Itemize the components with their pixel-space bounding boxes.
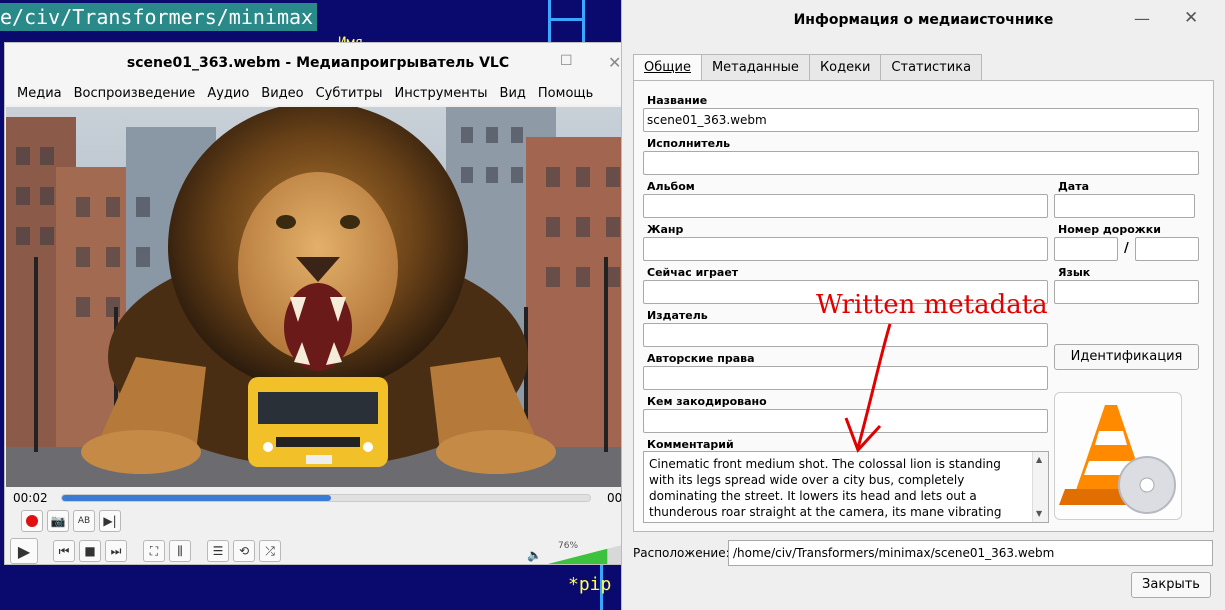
comment-text: Cinematic front medium shot. The colossa… (649, 457, 1002, 522)
fullscreen-icon: ⛶ (149, 543, 159, 558)
terminal-border (548, 18, 585, 21)
language-label: Язык (1058, 266, 1091, 279)
seek-progress (62, 495, 332, 501)
date-field[interactable] (1054, 194, 1195, 218)
time-total: 00 (607, 491, 623, 505)
frame-step-icon: ▶| (103, 514, 117, 528)
play-button[interactable]: ▶ (10, 538, 38, 564)
vlc-titlebar: scene01_363.webm - Медиапроигрыватель VL… (5, 43, 631, 83)
seek-bar-area: 00:02 00 (5, 489, 631, 507)
title-label: Название (647, 94, 708, 107)
tab-general[interactable]: Общие (633, 54, 702, 82)
tab-statistics[interactable]: Статистика (880, 54, 983, 80)
fullscreen-button[interactable]: ⛶ (143, 540, 165, 562)
menu-media[interactable]: Медиа (11, 83, 68, 105)
date-label: Дата (1058, 180, 1090, 193)
loop-icon: ⟲ (238, 544, 250, 558)
annotation-arrow (844, 323, 892, 453)
menu-subtitles[interactable]: Субтитры (310, 83, 389, 105)
location-field[interactable]: /home/civ/Transformers/minimax/scene01_3… (728, 540, 1213, 566)
vlc-cone-icon (1059, 405, 1176, 514)
loop-ab-button[interactable]: AB (73, 510, 95, 532)
vlc-window: scene01_363.webm - Медиапроигрыватель VL… (4, 42, 632, 565)
stop-icon: ■ (84, 544, 96, 558)
track-number-field[interactable] (1054, 237, 1118, 261)
snapshot-button[interactable]: 📷 (47, 510, 69, 532)
equalizer-icon: ⫼ (177, 543, 183, 558)
publisher-label: Издатель (647, 309, 708, 322)
dialog-tabs: Общие Метаданные Кодеки Статистика (633, 54, 983, 82)
loop-button[interactable]: ⟲ (233, 540, 255, 562)
menu-view[interactable]: Вид (494, 83, 532, 105)
album-field[interactable] (643, 194, 1048, 218)
copyright-label: Авторские права (647, 352, 755, 365)
stop-button[interactable]: ■ (79, 540, 101, 562)
close-button[interactable]: Закрыть (1131, 572, 1211, 598)
comment-label: Комментарий (647, 438, 734, 451)
tab-codecs[interactable]: Кодеки (808, 54, 882, 80)
menu-video[interactable]: Видео (255, 83, 309, 105)
shuffle-button[interactable]: ⤮ (259, 540, 281, 562)
next-button[interactable]: ⏭ (105, 540, 127, 562)
album-label: Альбом (647, 180, 695, 193)
scroll-up-icon[interactable]: ▲ (1036, 452, 1042, 468)
vlc-window-title: scene01_363.webm - Медиапроигрыватель VL… (126, 55, 510, 71)
seek-slider[interactable] (61, 494, 591, 502)
close-icon[interactable]: ✕ (1184, 8, 1198, 28)
close-icon[interactable]: ✕ (608, 53, 621, 72)
playlist-button[interactable]: ☰ (207, 540, 229, 562)
volume-slider[interactable] (548, 544, 626, 564)
menu-tools[interactable]: Инструменты (389, 83, 494, 105)
annotation-text: Written metadata (816, 290, 1048, 320)
extended-settings-button[interactable]: ⫼ (169, 540, 191, 562)
menu-help[interactable]: Помощь (532, 83, 599, 105)
track-separator: / (1124, 241, 1129, 256)
camera-icon: 📷 (50, 514, 66, 528)
lion-scene-image (6, 107, 630, 487)
minimize-icon[interactable]: — (1134, 9, 1150, 28)
time-current: 00:02 (13, 491, 48, 505)
comment-scrollbar[interactable]: ▲ ▼ (1032, 452, 1048, 522)
language-field[interactable] (1054, 280, 1199, 304)
tab-metadata[interactable]: Метаданные (700, 54, 810, 80)
maximize-icon[interactable]: ☐ (560, 53, 573, 69)
menu-playback[interactable]: Воспроизведение (68, 83, 202, 105)
genre-field[interactable] (643, 237, 1048, 261)
speaker-icon[interactable]: 🔈 (527, 548, 542, 562)
frame-step-button[interactable]: ▶| (99, 510, 121, 532)
location-label: Расположение: (633, 546, 730, 560)
scroll-down-icon[interactable]: ▼ (1036, 506, 1042, 522)
volume-level (548, 548, 608, 564)
now-playing-label: Сейчас играет (647, 266, 739, 279)
video-frame[interactable] (6, 107, 630, 487)
encoded-by-label: Кем закодировано (647, 395, 767, 408)
record-button[interactable] (21, 510, 43, 532)
menu-audio[interactable]: Аудио (201, 83, 255, 105)
identify-button[interactable]: Идентификация (1054, 344, 1199, 370)
track-number-label: Номер дорожки (1058, 223, 1161, 236)
vlc-menubar: Медиа Воспроизведение Аудио Видео Субтит… (5, 83, 631, 105)
terminal-border (548, 0, 551, 42)
next-icon: ⏭ (110, 543, 122, 558)
track-total-field[interactable] (1135, 237, 1199, 261)
playlist-icon: ☰ (212, 544, 224, 558)
ab-loop-icon: AB (77, 516, 91, 526)
shuffle-icon: ⤮ (265, 543, 275, 558)
terminal-border (582, 0, 585, 42)
genre-label: Жанр (647, 223, 684, 236)
terminal-text: *pip (568, 574, 612, 595)
comment-textarea[interactable]: Cinematic front medium shot. The colossa… (643, 451, 1049, 523)
previous-icon: ⏮ (58, 543, 70, 558)
album-art (1054, 392, 1182, 520)
play-icon: ▶ (17, 541, 31, 561)
terminal-path: e/civ/Transformers/minimax (0, 3, 318, 31)
previous-button[interactable]: ⏮ (53, 540, 75, 562)
title-field[interactable]: scene01_363.webm (643, 108, 1199, 132)
artist-field[interactable] (643, 151, 1199, 175)
record-icon (26, 515, 38, 527)
artist-label: Исполнитель (647, 137, 731, 150)
